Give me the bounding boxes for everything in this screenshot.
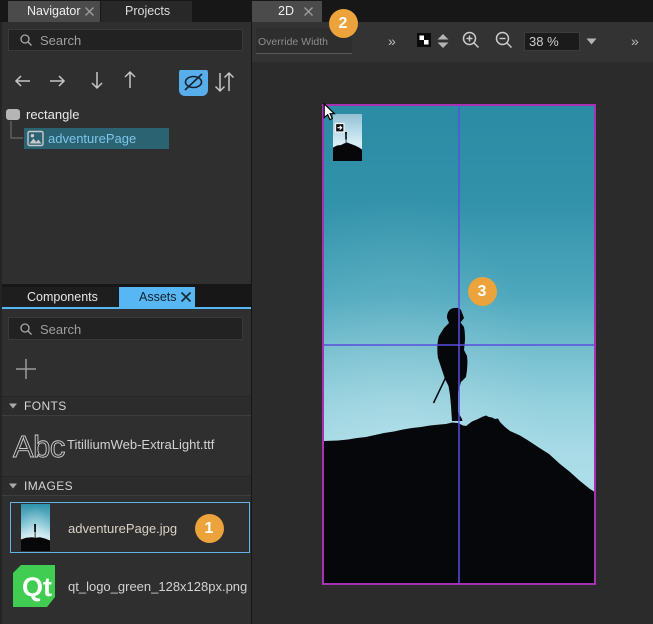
svg-text:Qt: Qt	[22, 572, 52, 602]
